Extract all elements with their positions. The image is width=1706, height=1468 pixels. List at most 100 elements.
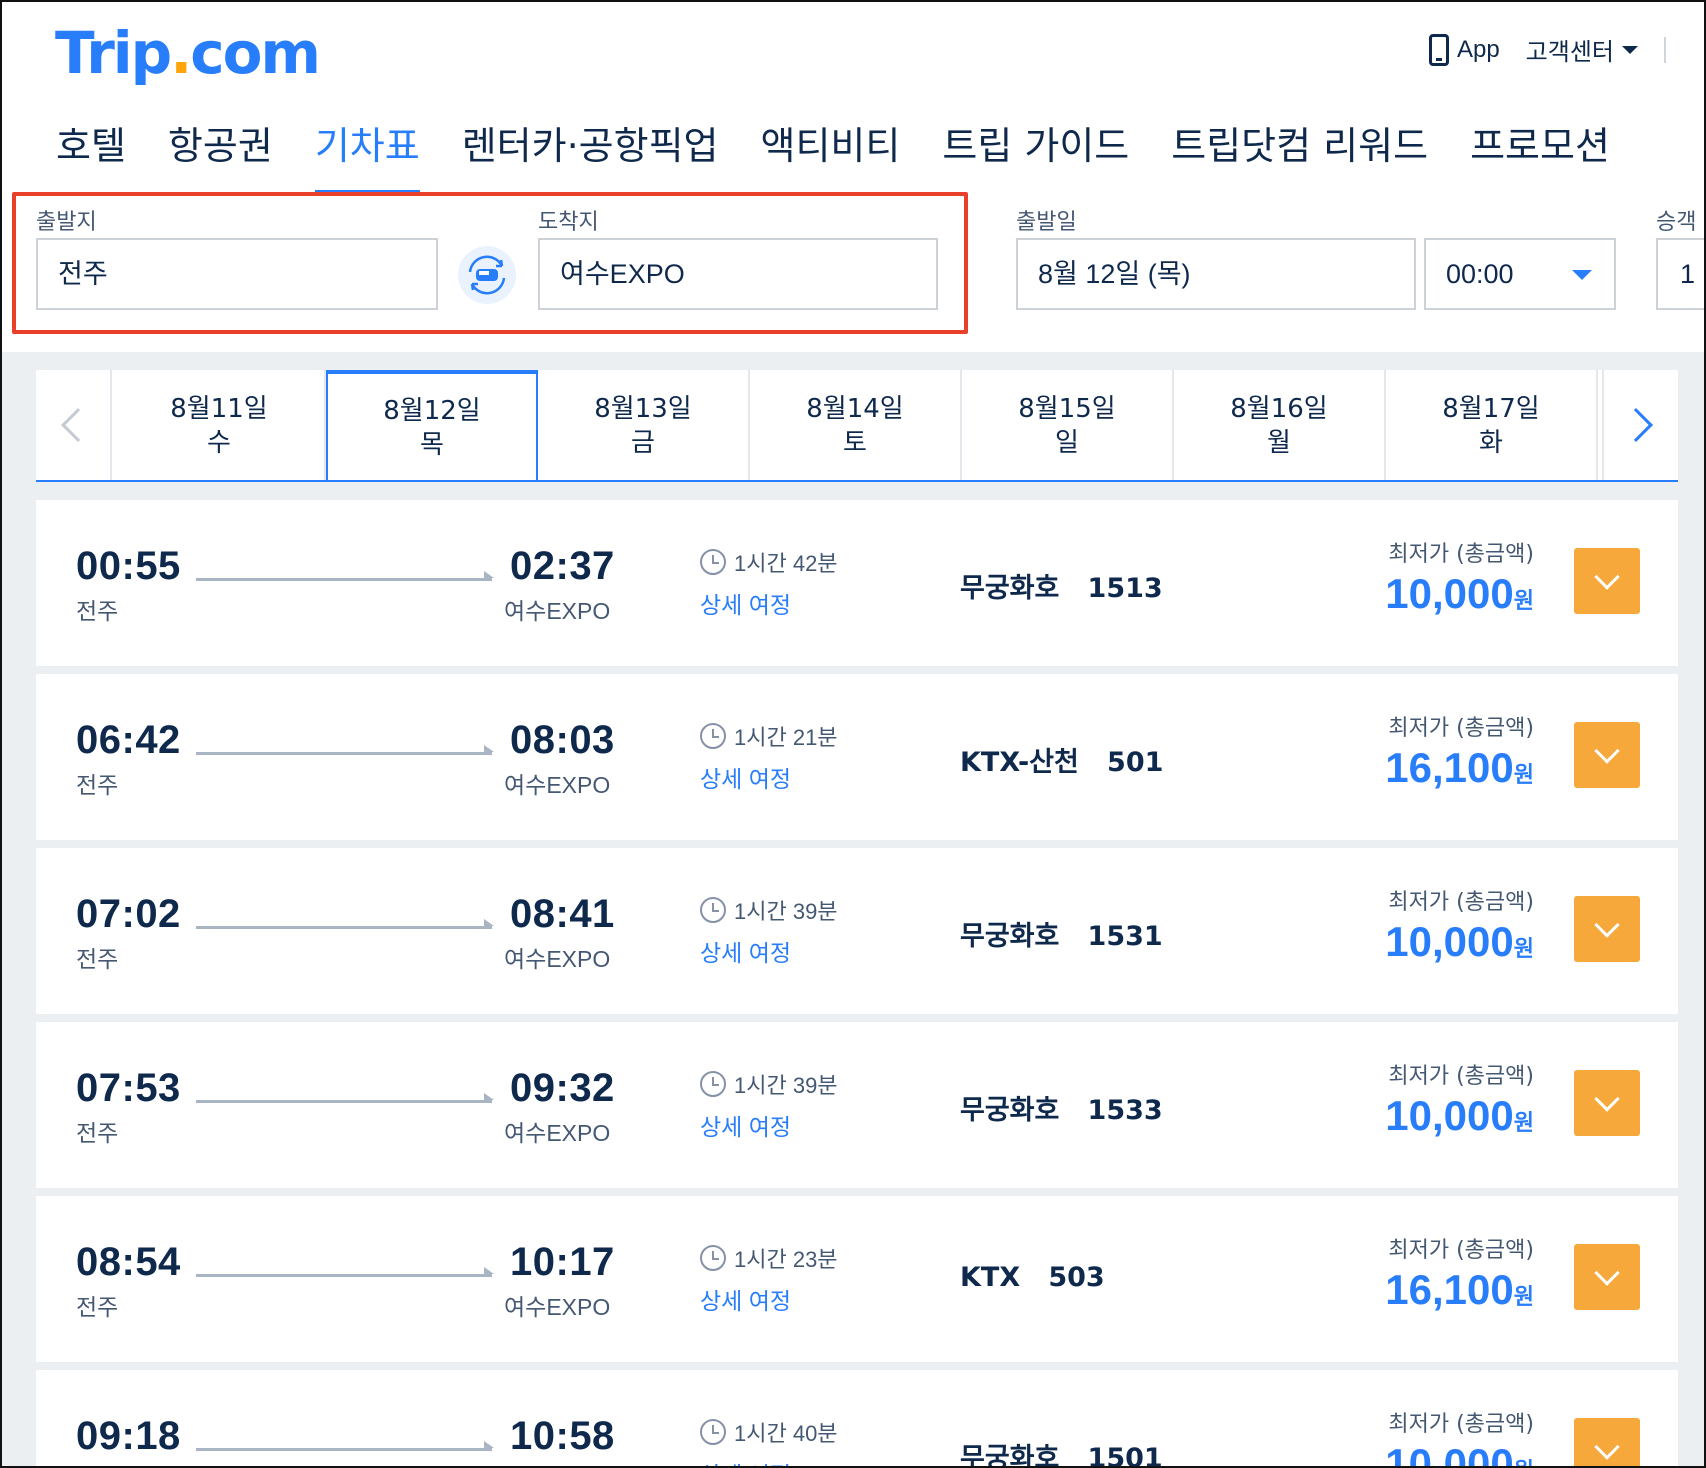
customer-center-dropdown[interactable]: 고객센터 bbox=[1526, 32, 1638, 67]
app-link[interactable]: App bbox=[1428, 33, 1500, 66]
arrival-time: 10:17 bbox=[510, 1240, 615, 1284]
train-name: KTX 503 bbox=[960, 1262, 1105, 1293]
itinerary-detail-link[interactable]: 상세 여정 bbox=[700, 760, 791, 794]
chevron-down-icon bbox=[1594, 1260, 1620, 1286]
itinerary-detail-link[interactable]: 상세 여정 bbox=[700, 1108, 791, 1142]
nav-trip-guide[interactable]: 트립 가이드 bbox=[942, 110, 1129, 192]
price: 10,000원 bbox=[1385, 918, 1534, 965]
expand-button[interactable] bbox=[1574, 722, 1640, 788]
expand-button[interactable] bbox=[1574, 896, 1640, 962]
clock-icon bbox=[700, 1419, 726, 1445]
date-tab[interactable]: 8월14일 토 bbox=[750, 370, 962, 480]
duration: 1시간 42분 bbox=[700, 546, 838, 578]
route-arrow bbox=[196, 745, 494, 755]
price: 10,000원 bbox=[1385, 570, 1534, 617]
date-tab[interactable]: 8월13일 금 bbox=[538, 370, 750, 480]
duration: 1시간 40분 bbox=[700, 1416, 838, 1448]
price: 16,100원 bbox=[1385, 744, 1534, 791]
date-tab[interactable]: 8월17일 화 bbox=[1386, 370, 1598, 480]
nav-promotions[interactable]: 프로모션 bbox=[1470, 110, 1610, 192]
departure-time: 08:54 bbox=[76, 1240, 181, 1284]
departure-station: 전주 bbox=[76, 772, 119, 798]
clock-icon bbox=[700, 1245, 726, 1271]
clock-icon bbox=[700, 723, 726, 749]
date-tab-selected[interactable]: 8월12일 목 bbox=[326, 370, 538, 480]
itinerary-detail-link[interactable]: 상세 여정 bbox=[700, 1282, 791, 1316]
price: 10,000원 bbox=[1385, 1092, 1534, 1139]
train-name: KTX-산천 501 bbox=[960, 747, 1164, 778]
price-label: 최저가 (총금액) bbox=[1388, 1412, 1534, 1437]
header: Trip.com App 고객센터 호텔 항공권 기차표 렌터카·공항픽업 액티… bbox=[0, 0, 1706, 352]
chevron-down-icon bbox=[1594, 1434, 1620, 1460]
departure-time: 09:18 bbox=[76, 1414, 181, 1458]
route-arrow bbox=[196, 571, 494, 581]
arrival-time: 08:41 bbox=[510, 892, 615, 936]
arrival-station: 여수EXPO bbox=[504, 1294, 611, 1320]
expand-button[interactable] bbox=[1574, 1418, 1640, 1468]
date-tab[interactable]: 8월16일 월 bbox=[1174, 370, 1386, 480]
arrival-time: 09:32 bbox=[510, 1066, 615, 1110]
route-arrow bbox=[196, 1093, 494, 1103]
nav-hotel[interactable]: 호텔 bbox=[56, 110, 126, 192]
expand-button[interactable] bbox=[1574, 548, 1640, 614]
next-dates-button[interactable] bbox=[1602, 370, 1678, 480]
passenger-label: 승객 bbox=[1656, 209, 1697, 234]
train-result-card: 09:18 10:58 1시간 40분 상세 여정 무궁화호 1501 최저가 … bbox=[36, 1370, 1678, 1468]
nav-flights[interactable]: 항공권 bbox=[168, 110, 273, 192]
train-result-card: 08:54 전주 10:17 여수EXPO 1시간 23분 상세 여정 KTX … bbox=[36, 1196, 1678, 1362]
nav-rewards[interactable]: 트립닷컴 리워드 bbox=[1171, 110, 1428, 192]
arrival-station: 여수EXPO bbox=[504, 598, 611, 624]
duration: 1시간 21분 bbox=[700, 720, 838, 752]
chevron-down-icon bbox=[1622, 45, 1638, 54]
clock-icon bbox=[700, 549, 726, 575]
train-result-card: 00:55 전주 02:37 여수EXPO 1시간 42분 상세 여정 무궁화호… bbox=[36, 500, 1678, 666]
train-result-card: 06:42 전주 08:03 여수EXPO 1시간 21분 상세 여정 KTX-… bbox=[36, 674, 1678, 840]
train-name: 무궁화호 1501 bbox=[960, 1443, 1163, 1468]
expand-button[interactable] bbox=[1574, 1244, 1640, 1310]
price-label: 최저가 (총금액) bbox=[1388, 1238, 1534, 1263]
time-value: 00:00 bbox=[1446, 259, 1514, 289]
prev-dates-button[interactable] bbox=[36, 370, 112, 480]
train-name: 무궁화호 1531 bbox=[960, 921, 1163, 952]
date-tab[interactable]: 8월15일 일 bbox=[962, 370, 1174, 480]
chevron-down-icon bbox=[1594, 738, 1620, 764]
itinerary-detail-link[interactable]: 상세 여정 bbox=[700, 1456, 791, 1468]
trip-com-logo[interactable]: Trip.com bbox=[55, 16, 321, 90]
date-tab[interactable]: 8월11일 수 bbox=[114, 370, 326, 480]
arrival-time: 08:03 bbox=[510, 718, 615, 762]
expand-button[interactable] bbox=[1574, 1070, 1640, 1136]
nav-activities[interactable]: 액티비티 bbox=[761, 110, 901, 192]
price-label: 최저가 (총금액) bbox=[1388, 890, 1534, 915]
nav-trains[interactable]: 기차표 bbox=[314, 110, 420, 194]
route-arrow bbox=[196, 1441, 494, 1451]
chevron-down-icon bbox=[1594, 564, 1620, 590]
itinerary-detail-link[interactable]: 상세 여정 bbox=[700, 586, 791, 620]
price-label: 최저가 (총금액) bbox=[1388, 542, 1534, 567]
app-label: App bbox=[1456, 35, 1500, 63]
divider bbox=[1664, 36, 1666, 63]
departure-time: 00:55 bbox=[76, 544, 181, 588]
departure-station: 전주 bbox=[76, 1294, 119, 1320]
departure-time-select[interactable]: 00:00 bbox=[1424, 238, 1616, 310]
departure-time: 07:02 bbox=[76, 892, 181, 936]
price-label: 최저가 (총금액) bbox=[1388, 1064, 1534, 1089]
annotation-highlight-box bbox=[12, 192, 968, 334]
departure-date-input[interactable]: 8월 12일 (목) bbox=[1016, 238, 1416, 310]
departure-station: 전주 bbox=[76, 1120, 119, 1146]
passenger-input[interactable]: 1 bbox=[1656, 238, 1706, 310]
price: 10,000원 bbox=[1385, 1440, 1534, 1468]
top-links: App 고객센터 bbox=[1428, 32, 1666, 67]
duration: 1시간 23분 bbox=[700, 1242, 838, 1274]
departure-time: 06:42 bbox=[76, 718, 181, 762]
arrival-station: 여수EXPO bbox=[504, 1120, 611, 1146]
phone-icon bbox=[1428, 33, 1449, 66]
chevron-right-icon bbox=[1619, 408, 1653, 442]
nav-car-rental[interactable]: 렌터카·공항픽업 bbox=[462, 110, 719, 192]
departure-station: 전주 bbox=[76, 598, 119, 624]
route-arrow bbox=[196, 919, 494, 929]
duration: 1시간 39분 bbox=[700, 1068, 838, 1100]
clock-icon bbox=[700, 1071, 726, 1097]
customer-center-label: 고객센터 bbox=[1525, 39, 1614, 66]
itinerary-detail-link[interactable]: 상세 여정 bbox=[700, 934, 791, 968]
price: 16,100원 bbox=[1385, 1266, 1534, 1313]
